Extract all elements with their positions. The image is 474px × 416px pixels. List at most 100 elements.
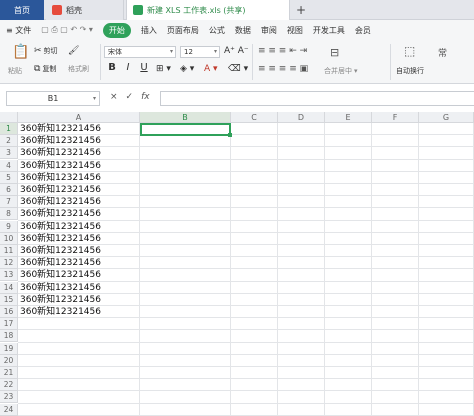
row-header[interactable]: 20 — [0, 354, 18, 367]
cell-a7[interactable]: 360新知12321456 — [20, 196, 101, 208]
select-all-corner[interactable] — [0, 112, 18, 123]
column-header[interactable]: A — [18, 112, 140, 123]
menu-item[interactable]: 开始 — [102, 22, 131, 38]
cell-a10[interactable]: 360新知12321456 — [20, 233, 101, 245]
menu-item[interactable]: 插入 — [141, 25, 157, 36]
row-header[interactable]: 9 — [0, 220, 18, 233]
row-header[interactable]: 23 — [0, 391, 18, 404]
font-grow-shrink-buttons[interactable]: A⁺ A⁻ — [224, 46, 249, 56]
paste-button[interactable]: 📋 — [12, 44, 31, 60]
clear-button[interactable]: ⌫ ▾ — [228, 64, 248, 74]
italic-button[interactable]: I — [122, 62, 134, 73]
row-header[interactable]: 16 — [0, 306, 18, 318]
row-header[interactable]: 21 — [0, 367, 18, 379]
column-header[interactable]: F — [372, 112, 419, 123]
cell-a13[interactable]: 360新知12321456 — [20, 269, 101, 281]
border-icon: ⊞ ▾ — [156, 64, 171, 74]
copy-button[interactable]: ⧉ 复制 — [34, 64, 56, 74]
column-header[interactable]: G — [419, 112, 474, 123]
cell-a1[interactable]: 360新知12321456 — [20, 123, 101, 135]
confirm-icon[interactable]: ✓ — [126, 92, 134, 102]
cell-a3[interactable]: 360新知12321456 — [20, 147, 101, 159]
font-size-select[interactable]: 12 ▾ — [180, 46, 220, 58]
menu-item[interactable]: 公式 — [209, 25, 225, 36]
cell-a12[interactable]: 360新知12321456 — [20, 257, 101, 269]
cell-a8[interactable]: 360新知12321456 — [20, 208, 101, 220]
cell-a4[interactable]: 360新知12321456 — [20, 160, 101, 172]
row-header[interactable]: 2 — [0, 135, 18, 148]
docer-icon — [52, 5, 62, 15]
row-header[interactable]: 18 — [0, 330, 18, 343]
fx-icon[interactable]: fx — [141, 92, 150, 102]
row-header[interactable]: 24 — [0, 403, 18, 416]
bold-button[interactable]: B — [106, 62, 118, 73]
column-header[interactable]: B — [140, 112, 231, 123]
name-box[interactable]: B1 ▾ — [6, 91, 100, 106]
menu-item[interactable]: 审阅 — [261, 25, 277, 36]
align-top-buttons[interactable]: ≡ ≡ ≡ ⇤ ⇥ — [258, 46, 307, 56]
row-header[interactable]: 19 — [0, 342, 18, 355]
chevron-down-icon: ▾ — [169, 48, 173, 55]
cell-a14[interactable]: 360新知12321456 — [20, 282, 101, 294]
align-bottom-buttons[interactable]: ≡ ≡ ≡ ≡ ▣ — [258, 64, 308, 74]
merge-button[interactable]: 合并居中 ▾ — [324, 66, 358, 76]
new-tab-button[interactable]: + — [292, 0, 310, 20]
row-header[interactable]: 3 — [0, 147, 18, 160]
row-header[interactable]: 12 — [0, 257, 18, 270]
merge-icon[interactable]: ⊟ — [330, 46, 339, 59]
wrap-text-button[interactable]: 自动换行 — [396, 66, 424, 76]
cell-a11[interactable]: 360新知12321456 — [20, 245, 101, 257]
cell-a16[interactable]: 360新知12321456 — [20, 306, 101, 318]
scissors-icon: ✂ — [34, 46, 42, 56]
row-header[interactable]: 5 — [0, 171, 18, 184]
menu-item[interactable]: 会员 — [355, 25, 371, 36]
font-name-value: 宋体 — [108, 48, 122, 56]
wrap-text-icon[interactable]: ⬚ — [404, 44, 415, 58]
underline-button[interactable]: U — [138, 62, 150, 73]
cell-a6[interactable]: 360新知12321456 — [20, 184, 101, 196]
format-painter-button[interactable]: 🖌 — [68, 46, 81, 56]
row-header[interactable]: 4 — [0, 159, 18, 172]
cell-a5[interactable]: 360新知12321456 — [20, 172, 101, 184]
row-header[interactable]: 14 — [0, 281, 18, 294]
row-header[interactable]: 15 — [0, 293, 18, 306]
row-header[interactable]: 7 — [0, 196, 18, 209]
column-header[interactable]: E — [325, 112, 372, 123]
row-header[interactable]: 6 — [0, 184, 18, 196]
row-header[interactable]: 8 — [0, 208, 18, 221]
menu-file[interactable]: ≡ 文件 — [6, 25, 31, 36]
tab-home[interactable]: 首页 — [0, 0, 44, 20]
row-header[interactable]: 22 — [0, 379, 18, 392]
selected-cell[interactable] — [140, 123, 232, 137]
row-header[interactable]: 17 — [0, 318, 18, 331]
column-header[interactable]: D — [278, 112, 325, 123]
row-header[interactable]: 1 — [0, 123, 18, 135]
menu-item[interactable]: 视图 — [287, 25, 303, 36]
row-header[interactable]: 10 — [0, 232, 18, 245]
cancel-icon[interactable]: × — [110, 92, 118, 102]
fill-color-button[interactable]: ◈ ▾ — [180, 64, 194, 74]
row-header[interactable]: 11 — [0, 245, 18, 257]
row-header[interactable]: 13 — [0, 269, 18, 282]
fill-handle[interactable] — [228, 133, 232, 137]
cut-button[interactable]: ✂ 剪切 — [34, 46, 58, 56]
menu-item[interactable]: 开发工具 — [313, 25, 345, 36]
formula-input[interactable] — [160, 91, 474, 106]
font-name-select[interactable]: 宋体 ▾ — [104, 46, 176, 58]
menu-item[interactable]: 数据 — [235, 25, 251, 36]
border-button[interactable]: ⊞ ▾ — [156, 64, 171, 74]
row-gridline — [18, 402, 474, 404]
cell-a15[interactable]: 360新知12321456 — [20, 294, 101, 306]
menu-item[interactable]: 页面布局 — [167, 25, 199, 36]
font-color-button[interactable]: A ▾ — [204, 64, 218, 74]
cell-a9[interactable]: 360新知12321456 — [20, 221, 101, 233]
tab-docer[interactable]: 稻壳 — [46, 0, 124, 20]
tab-document[interactable]: 新建 XLS 工作表.xls (共享) — [126, 0, 290, 20]
quick-toolbar-icons[interactable]: ▢ ⎙ ▢ ↶ ↷ ▾ — [41, 25, 93, 35]
number-format-buttons[interactable]: 常 — [438, 46, 447, 59]
wrap-text-label: 自动换行 — [396, 67, 424, 75]
cell-a2[interactable]: 360新知12321456 — [20, 135, 101, 147]
copy-label: 复制 — [42, 65, 57, 73]
column-header[interactable]: C — [231, 112, 278, 123]
ribbon-divider — [100, 44, 101, 80]
